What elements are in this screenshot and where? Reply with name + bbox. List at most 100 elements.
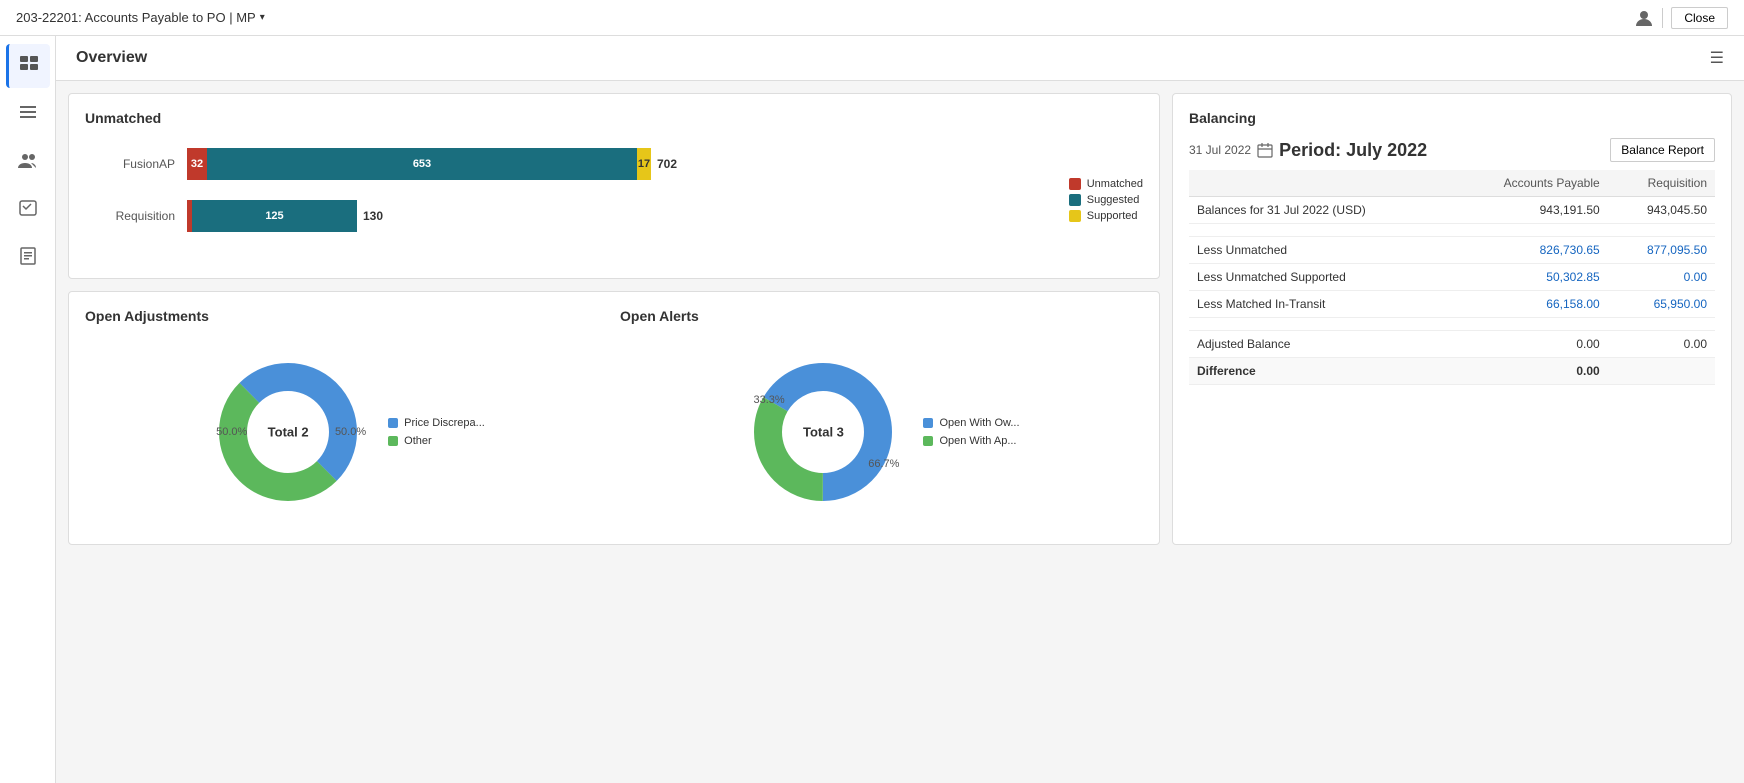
balancing-date: 31 Jul 2022 Period: July 2022: [1189, 140, 1427, 161]
legend-item-unmatched: Unmatched: [1069, 178, 1143, 190]
sidebar-item-checklist[interactable]: [6, 188, 50, 232]
alerts-label-owner: Open With Ow...: [939, 417, 1019, 429]
row-label-less-unmatched-supported: Less Unmatched Supported: [1189, 264, 1450, 291]
row-label-difference: Difference: [1189, 358, 1450, 385]
unmatched-card: Unmatched FusionAP 32 653: [68, 93, 1160, 279]
fusionap-suggested-segment: 653: [207, 148, 637, 180]
adjustments-label-price: Price Discrepa...: [404, 417, 485, 429]
sidebar-item-overview[interactable]: [6, 44, 50, 88]
adjustments-legend-item-price: Price Discrepa...: [388, 417, 485, 429]
adjustments-legend: Price Discrepa... Other: [388, 417, 485, 447]
legend-item-suggested: Suggested: [1069, 194, 1143, 206]
legend-dot-supported: [1069, 210, 1081, 222]
legend-label-unmatched: Unmatched: [1087, 178, 1143, 190]
main-content: Overview ☰ Unmatched FusionAP: [56, 36, 1744, 783]
unmatched-legend: Unmatched Suggested Supported: [1069, 178, 1143, 222]
req-suggested-segment: 125: [192, 200, 357, 232]
spacer-row-2: [1189, 318, 1715, 331]
spacer-row-1: [1189, 224, 1715, 237]
breadcrumb-chevron-icon[interactable]: ▾: [260, 12, 265, 23]
row-ap-less-unmatched-supported: 50,302.85: [1450, 264, 1608, 291]
fusionap-unmatched-segment: 32: [187, 148, 207, 180]
open-alerts-section: Open Alerts Total 3: [620, 308, 1143, 528]
open-adjustments-chart: Total 2 50.0% 50.0% Price Discrepa...: [85, 336, 608, 528]
requisition-label: Requisition: [85, 209, 175, 223]
user-icon: [1634, 8, 1654, 28]
col-header-label: [1189, 170, 1450, 197]
row-ap-balances: 943,191.50: [1450, 197, 1608, 224]
adjustments-dot-price: [388, 418, 398, 428]
alerts-legend-item-owner: Open With Ow...: [923, 417, 1019, 429]
row-req-adjusted: 0.00: [1608, 331, 1715, 358]
col-header-req: Requisition: [1608, 170, 1715, 197]
balancing-title: Balancing: [1189, 110, 1715, 126]
sidebar-item-people[interactable]: [6, 140, 50, 184]
alerts-pct-top: 33.3%: [753, 394, 784, 406]
row-label-less-unmatched: Less Unmatched: [1189, 237, 1450, 264]
balance-table: Accounts Payable Requisition Balances fo…: [1189, 170, 1715, 385]
fusionap-total: 702: [657, 157, 677, 171]
row-label-adjusted: Adjusted Balance: [1189, 331, 1450, 358]
balance-row-balances: Balances for 31 Jul 2022 (USD) 943,191.5…: [1189, 197, 1715, 224]
row-req-less-unmatched-supported: 0.00: [1608, 264, 1715, 291]
legend-dot-unmatched: [1069, 178, 1081, 190]
adjustments-pct-left: 50.0%: [216, 426, 247, 438]
legend-dot-suggested: [1069, 194, 1081, 206]
alerts-dot-owner: [923, 418, 933, 428]
legend-label-suggested: Suggested: [1087, 194, 1140, 206]
breadcrumb-text: 203-22201: Accounts Payable to PO | MP: [16, 10, 256, 25]
bottom-cards-container: Open Adjustments Total 2: [68, 291, 1160, 545]
row-req-balances: 943,045.50: [1608, 197, 1715, 224]
adjustments-total: Total 2: [268, 425, 309, 440]
row-label-less-matched-intransit: Less Matched In-Transit: [1189, 291, 1450, 318]
col-header-ap: Accounts Payable: [1450, 170, 1608, 197]
adjustments-dot-other: [388, 436, 398, 446]
row-req-less-unmatched: 877,095.50: [1608, 237, 1715, 264]
page-title: Overview: [76, 49, 147, 67]
sidebar-item-report[interactable]: [6, 236, 50, 280]
period-label: Period: July 2022: [1279, 140, 1427, 161]
fusionap-label: FusionAP: [85, 157, 175, 171]
list-icon: [18, 102, 38, 127]
alerts-legend-item-ap: Open With Ap...: [923, 435, 1019, 447]
adjustments-pct-right: 50.0%: [335, 426, 366, 438]
row-req-difference: [1608, 358, 1715, 385]
page-breadcrumb: 203-22201: Accounts Payable to PO | MP ▾: [16, 10, 265, 25]
fusionap-supported-segment: 17: [637, 148, 651, 180]
open-alerts-title: Open Alerts: [620, 308, 1143, 324]
checklist-icon: [18, 198, 38, 223]
close-button[interactable]: Close: [1671, 7, 1728, 29]
cards-grid: Unmatched FusionAP 32 653: [56, 81, 1744, 557]
adjustments-donut-center: Total 2: [268, 425, 309, 440]
divider: [1662, 8, 1663, 28]
alerts-legend: Open With Ow... Open With Ap...: [923, 417, 1019, 447]
date-text: 31 Jul 2022: [1189, 143, 1251, 157]
balancing-header: 31 Jul 2022 Period: July 2022 Balance Re…: [1189, 138, 1715, 162]
alerts-pct-bottom: 66.7%: [868, 458, 899, 470]
requisition-bar-row: Requisition 125 130: [85, 200, 1049, 232]
fusionap-bar-row: FusionAP 32 653 17 702: [85, 148, 1049, 180]
balance-row-less-matched-intransit: Less Matched In-Transit 66,158.00 65,950…: [1189, 291, 1715, 318]
row-ap-less-matched-intransit: 66,158.00: [1450, 291, 1608, 318]
row-ap-adjusted: 0.00: [1450, 331, 1608, 358]
calendar-icon: [1257, 142, 1273, 158]
req-total: 130: [363, 209, 383, 223]
unmatched-chart: FusionAP 32 653 17 702: [85, 138, 1143, 262]
balance-row-difference: Difference 0.00: [1189, 358, 1715, 385]
open-alerts-chart: Total 3 33.3% 66.7% Open With Ow...: [620, 336, 1143, 528]
balance-row-adjusted: Adjusted Balance 0.00 0.00: [1189, 331, 1715, 358]
row-ap-less-unmatched: 826,730.65: [1450, 237, 1608, 264]
alerts-dot-ap: [923, 436, 933, 446]
balance-report-button[interactable]: Balance Report: [1610, 138, 1715, 162]
report-icon: [18, 246, 38, 271]
adjustments-label-other: Other: [404, 435, 432, 447]
alerts-donut-center: Total 3: [803, 425, 844, 440]
unmatched-title: Unmatched: [85, 110, 1143, 126]
balance-row-less-unmatched-supported: Less Unmatched Supported 50,302.85 0.00: [1189, 264, 1715, 291]
row-ap-difference: 0.00: [1450, 358, 1608, 385]
sidebar-item-list[interactable]: [6, 92, 50, 136]
alerts-label-ap: Open With Ap...: [939, 435, 1016, 447]
hamburger-icon[interactable]: ☰: [1710, 48, 1724, 68]
balancing-card: Balancing 31 Jul 2022 Period: July 2022 …: [1172, 93, 1732, 545]
legend-label-supported: Supported: [1087, 210, 1138, 222]
